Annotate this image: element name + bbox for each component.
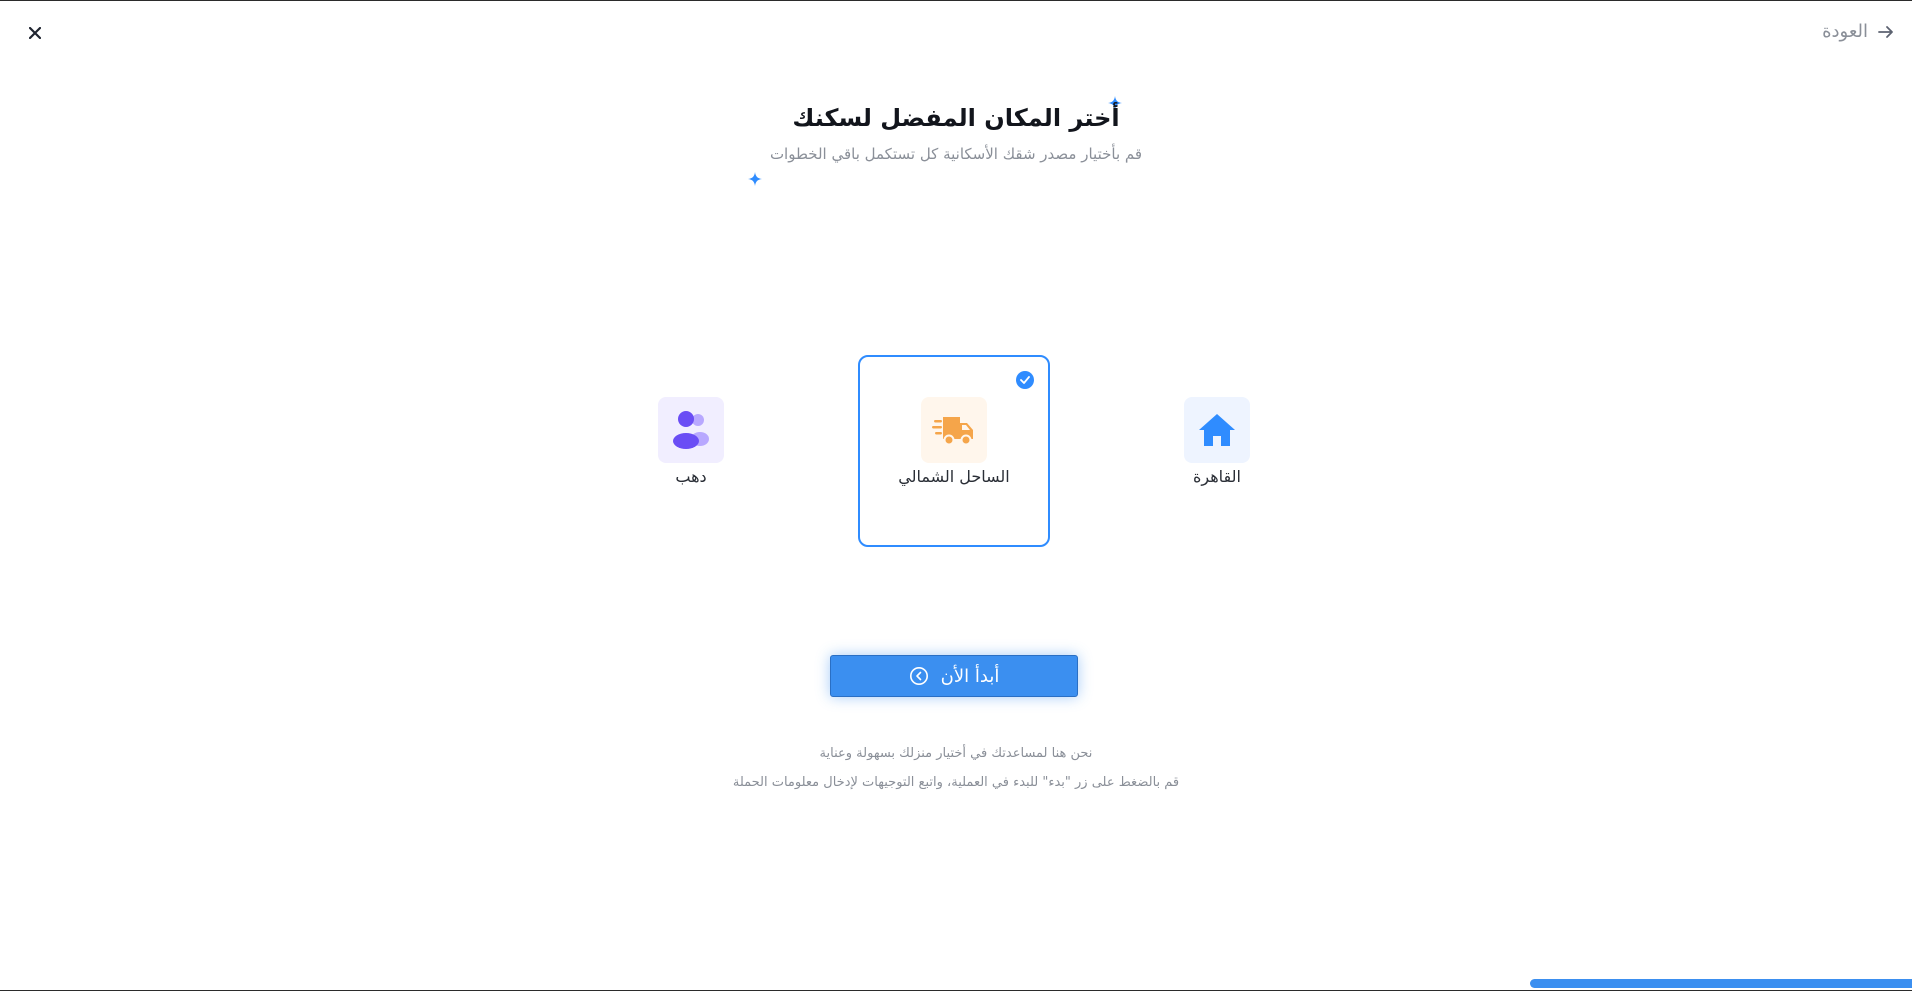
chevron-circle-icon — [909, 667, 928, 685]
start-button[interactable]: أبدأ الأن — [830, 655, 1078, 697]
location-options: القاهرة الساحل الشمالي دهب — [0, 355, 1912, 547]
option-label: القاهرة — [1193, 467, 1241, 486]
option-icon-tile — [1184, 397, 1250, 463]
help-text-line: نحن هنا لمساعدتك في أختيار منزلك بسهولة … — [819, 746, 1093, 761]
arrow-right-icon — [1878, 25, 1893, 38]
option-north-coast[interactable]: الساحل الشمالي — [858, 355, 1050, 547]
option-cairo[interactable]: القاهرة — [1121, 355, 1313, 547]
check-icon — [1016, 371, 1034, 389]
option-label: الساحل الشمالي — [898, 467, 1010, 486]
users-icon — [673, 411, 709, 449]
sparkle-icon — [748, 172, 762, 186]
back-link[interactable]: العودة — [1822, 21, 1894, 42]
progress-bar — [0, 979, 1912, 988]
close-button[interactable] — [25, 23, 45, 43]
option-label: دهب — [675, 467, 707, 486]
page-header: أختر المكان المفضل لسكنك قم بأختيار مصدر… — [0, 101, 1912, 165]
page-title: أختر المكان المفضل لسكنك — [792, 104, 1120, 132]
onboarding-screen: العودة أختر المكان المفضل لسكنك قم بأختي… — [0, 0, 1912, 991]
option-icon-tile — [658, 397, 724, 463]
help-text: نحن هنا لمساعدتك في أختيار منزلك بسهولة … — [0, 745, 1912, 803]
option-icon-tile — [921, 397, 987, 463]
home-icon — [1199, 414, 1235, 446]
delivery-truck-icon — [932, 417, 973, 446]
progress-fill — [1529, 979, 1912, 988]
back-label: العودة — [1822, 21, 1868, 42]
page-subtitle: قم بأختيار مصدر شقك الأسكانية كل تستكمل … — [769, 145, 1143, 163]
option-dahab[interactable]: دهب — [595, 355, 787, 547]
close-icon — [29, 27, 41, 39]
help-text-line: قم بالضغط على زر "بدء" للبدء في العملية،… — [732, 775, 1180, 790]
start-button-label: أبدأ الأن — [940, 665, 1000, 687]
